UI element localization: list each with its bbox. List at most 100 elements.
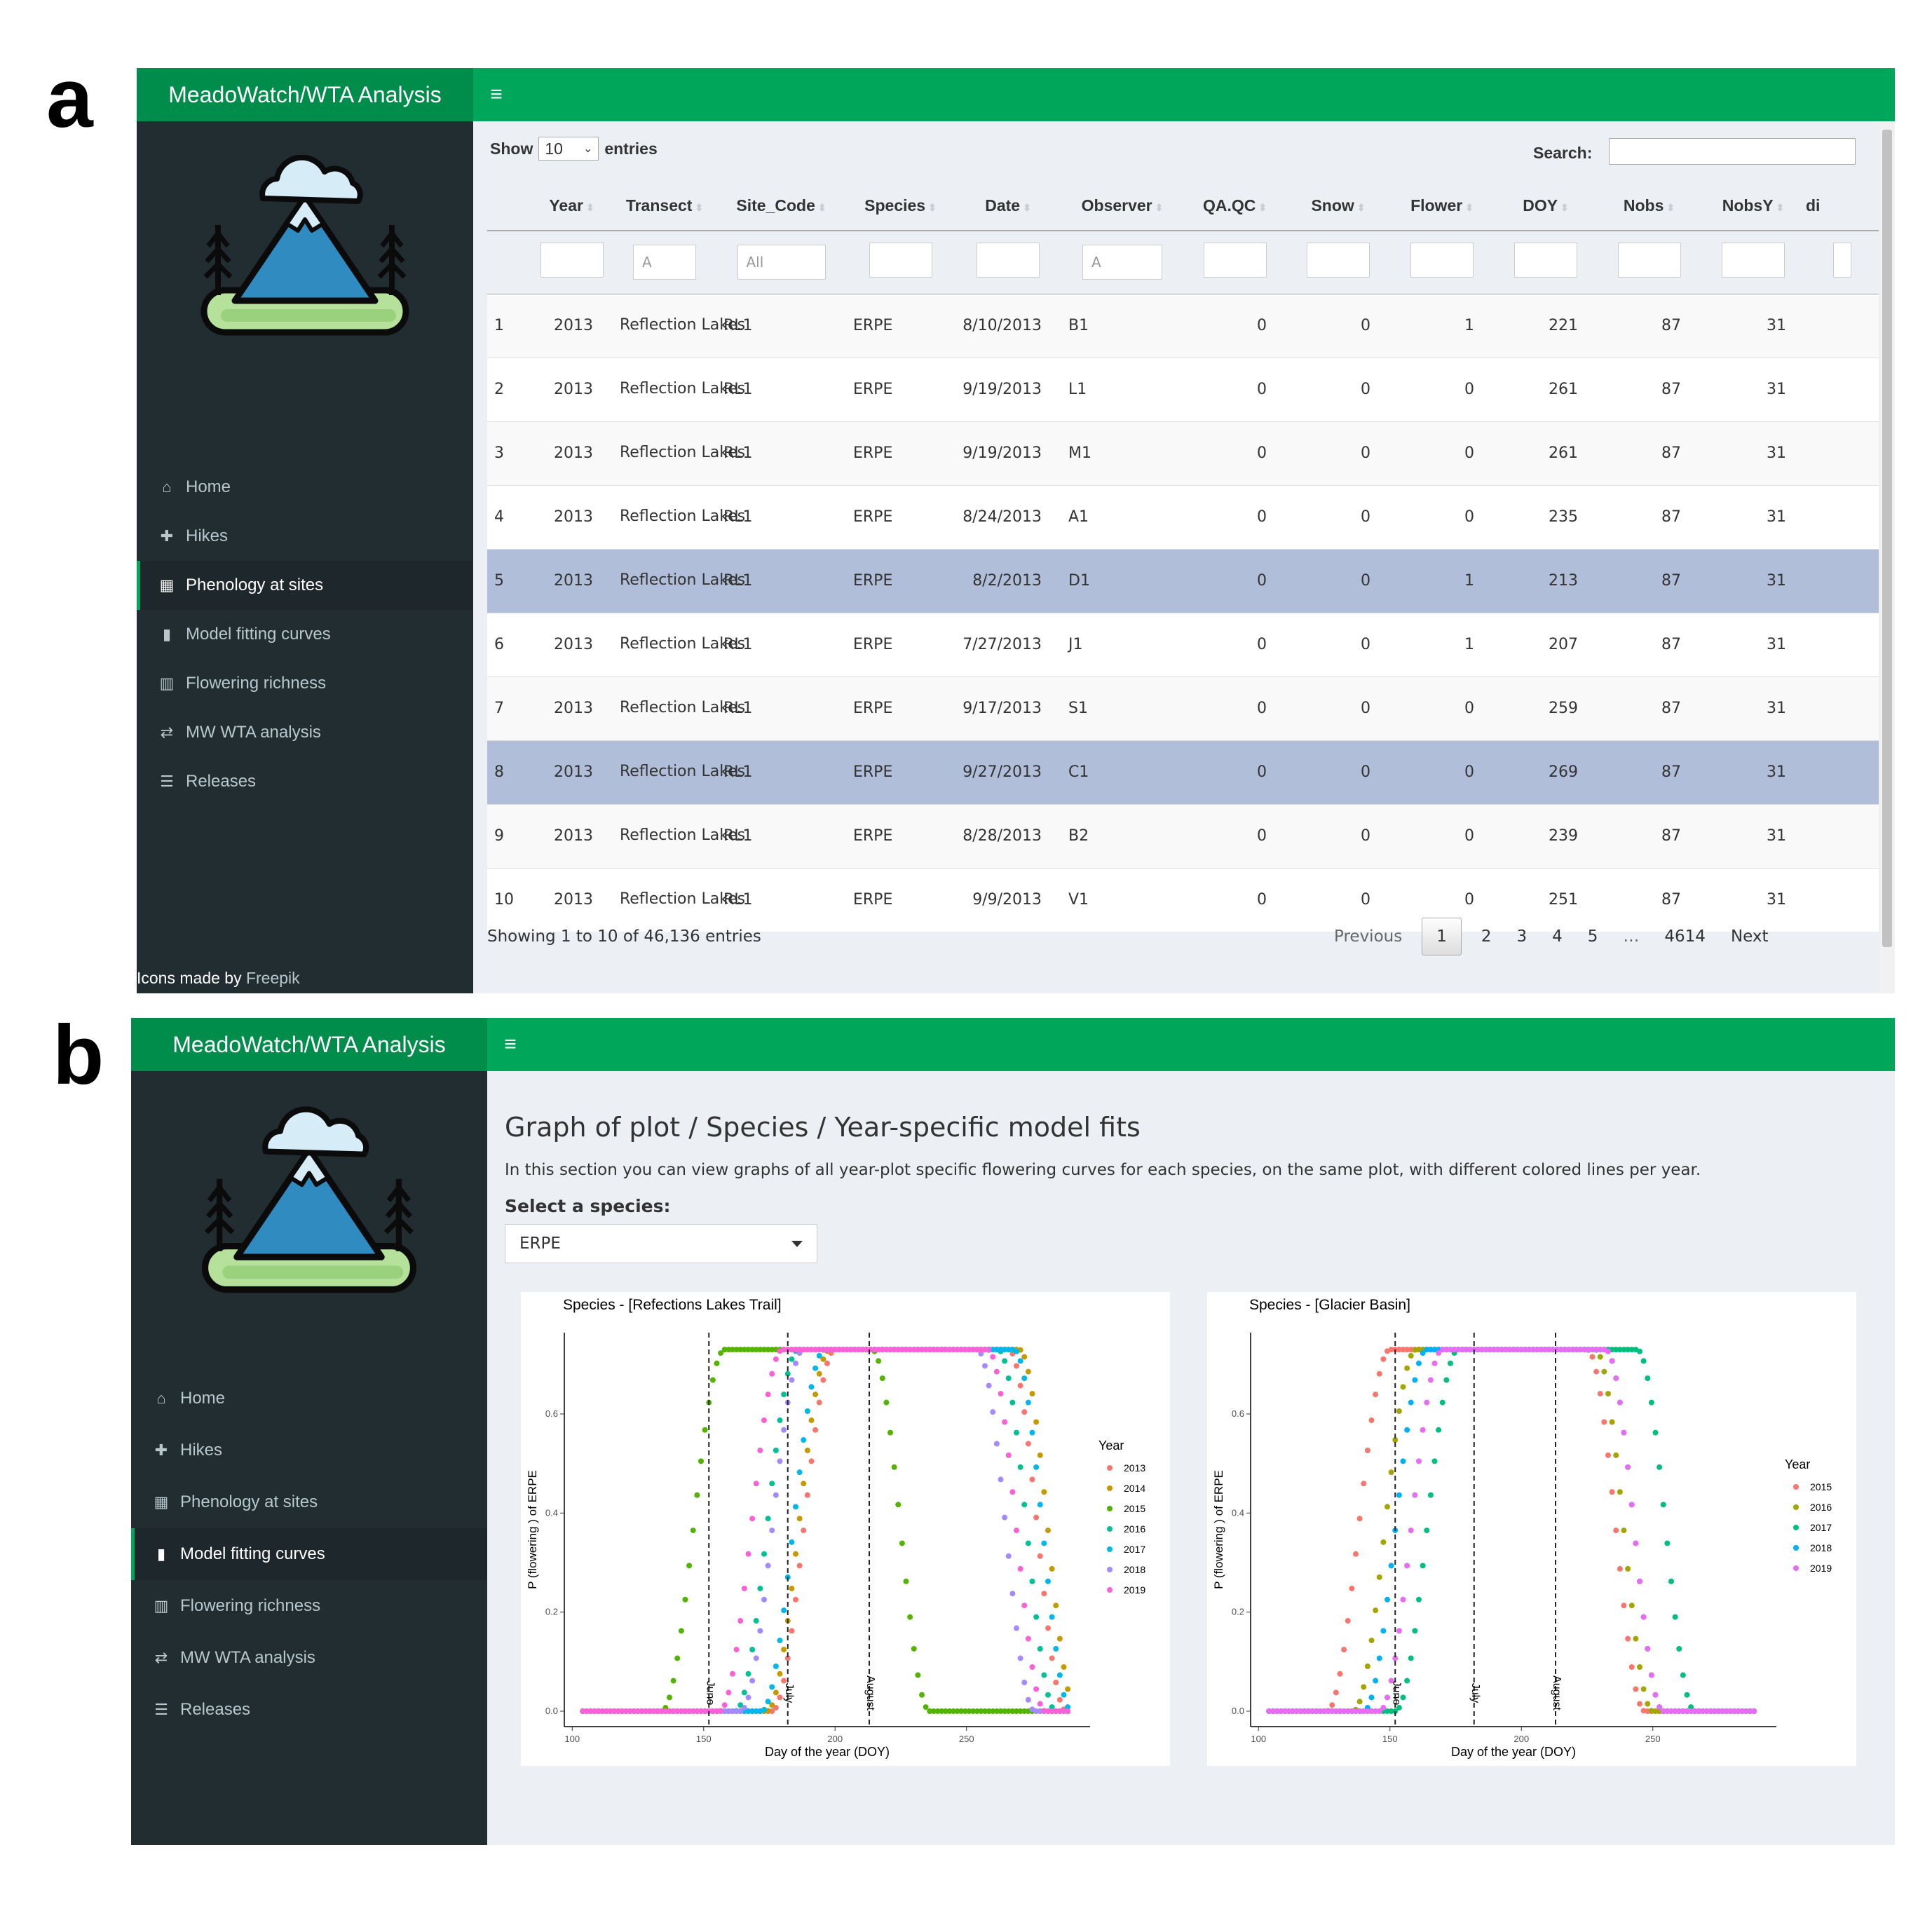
scrollbar-thumb[interactable] [1882, 130, 1892, 947]
table-row[interactable]: 1 2013 Reflection Lakes RL1 ERPE 8/10/2013 B1 0… [487, 293, 1879, 358]
menu-item-flowering-richness[interactable]: ▥ Flowering richness [131, 1580, 487, 1632]
menu-item-home[interactable]: ⌂ Home [137, 463, 473, 512]
search-input[interactable] [1609, 138, 1856, 165]
filter-input-qaqc[interactable] [1203, 243, 1267, 278]
freepik-link[interactable]: Freepik [246, 969, 300, 987]
page-button-current[interactable]: 1 [1422, 918, 1462, 955]
data-point [1640, 1686, 1647, 1692]
table-row[interactable]: 5 2013 Reflection Lakes RL1 ERPE 8/2/2013 D1 0 0… [487, 548, 1879, 613]
menu-item-flowering-richness[interactable]: ▥ Flowering richness [137, 659, 473, 708]
col-header-observer[interactable]: Observer ⬍ [1061, 182, 1183, 231]
col-header-date[interactable]: Date ⬍ [955, 182, 1061, 231]
col-header-site-code[interactable]: Site_Code ⬍ [716, 182, 846, 231]
data-point [1652, 1692, 1659, 1698]
table-row[interactable]: 4 2013 Reflection Lakes RL1 ERPE 8/24/2013 A1 0… [487, 484, 1879, 549]
data-point [781, 1392, 787, 1398]
vertical-scrollbar[interactable] [1879, 121, 1895, 993]
page-length-select[interactable]: 10 ⌄ [538, 137, 599, 161]
sidebar-toggle-icon[interactable]: ≡ [489, 1018, 531, 1071]
menu-item-phenology[interactable]: ▦ Phenology at sites [131, 1476, 487, 1528]
bar-chart-icon: ▮ [156, 1545, 166, 1563]
data-point [1002, 1419, 1008, 1425]
legend-label: 2016 [1124, 1523, 1145, 1535]
month-label: August [1551, 1675, 1563, 1710]
menu-item-releases[interactable]: ☰ Releases [131, 1684, 487, 1736]
table-cell: 0 [1286, 740, 1390, 804]
filter-input-year[interactable] [540, 243, 604, 278]
menu-item-hikes[interactable]: ✚ Hikes [137, 512, 473, 561]
sidebar-toggle-icon[interactable]: ≡ [475, 68, 517, 121]
menu-item-home[interactable]: ⌂ Home [131, 1373, 487, 1424]
data-point [1021, 1603, 1028, 1609]
filter-input-site-code[interactable]: All [737, 245, 826, 280]
col-header-nobs[interactable]: Nobs ⬍ [1598, 182, 1701, 231]
data-point [678, 1628, 684, 1634]
menu-item-model-fitting[interactable]: ▮ Model fitting curves [137, 610, 473, 659]
main-content: Graph of plot / Species / Year-specific … [487, 1071, 1895, 1845]
data-point [1373, 1392, 1379, 1398]
page-button[interactable]: 3 [1504, 927, 1539, 946]
data-point [804, 1408, 810, 1414]
table-row[interactable]: 3 2013 Reflection Lakes RL1 ERPE 9/19/2013 M1 0… [487, 421, 1879, 485]
data-point [730, 1671, 735, 1677]
page-button[interactable]: 5 [1575, 927, 1611, 946]
filter-input-doy[interactable] [1514, 243, 1577, 278]
data-point [698, 1458, 704, 1464]
data-point [1021, 1375, 1028, 1382]
menu-item-releases[interactable]: ☰ Releases [137, 757, 473, 806]
table-cell: 5 [487, 548, 531, 613]
col-header-doy[interactable]: DOY ⬍ [1494, 182, 1598, 231]
col-header-snow[interactable]: Snow ⬍ [1286, 182, 1390, 231]
menu-item-model-fitting[interactable]: ▮ Model fitting curves [131, 1528, 487, 1580]
data-point [1380, 1539, 1387, 1545]
filter-input-observer[interactable]: A [1082, 245, 1162, 280]
table-cell: B1 [1061, 293, 1183, 358]
brand-title[interactable]: MeadoWatch/WTA Analysis [137, 68, 473, 121]
data-point [1361, 1684, 1367, 1690]
filter-input-nobs[interactable] [1617, 243, 1681, 278]
table-cell: 6 [487, 612, 531, 676]
table-row[interactable]: 9 2013 Reflection Lakes RL1 ERPE 8/28/2013 B2 0… [487, 803, 1879, 868]
table-cell: 9/17/2013 [955, 676, 1061, 740]
filter-input-date[interactable] [977, 243, 1040, 278]
data-point [789, 1356, 795, 1362]
page-button[interactable]: 2 [1469, 927, 1504, 946]
previous-button[interactable]: Previous [1321, 927, 1415, 946]
page-button[interactable]: 4 [1539, 927, 1575, 946]
filter-input-species[interactable] [869, 243, 932, 278]
species-select[interactable]: ERPE [505, 1224, 817, 1263]
data-point [1601, 1368, 1607, 1375]
data-point [1640, 1358, 1647, 1364]
filter-input-di[interactable] [1833, 243, 1851, 278]
table-row[interactable]: 8 2013 Reflection Lakes RL1 ERPE 9/27/2013 C1 0… [487, 740, 1879, 804]
col-header-year[interactable]: Year ⬍ [531, 182, 613, 231]
filter-input-transect[interactable]: A [633, 245, 696, 280]
page-button[interactable]: 4614 [1652, 927, 1718, 946]
col-header-species[interactable]: Species ⬍ [846, 182, 955, 231]
table-cell: 235 [1494, 484, 1598, 549]
legend-label: 2018 [1810, 1542, 1832, 1553]
table-row[interactable]: 7 2013 Reflection Lakes RL1 ERPE 9/17/2013 S1 0… [487, 676, 1879, 740]
filter-input-flower[interactable] [1410, 243, 1474, 278]
col-header-index[interactable] [487, 182, 531, 231]
col-header-transect[interactable]: Transect ⬍ [613, 182, 716, 231]
menu-item-phenology[interactable]: ▦ Phenology at sites [137, 561, 473, 610]
menu-item-mw-wta[interactable]: ⇄ MW WTA analysis [131, 1632, 487, 1684]
filter-input-snow[interactable] [1307, 243, 1370, 278]
menu-label: Releases [186, 772, 257, 791]
menu-item-hikes[interactable]: ✚ Hikes [131, 1424, 487, 1476]
menu-item-mw-wta[interactable]: ⇄ MW WTA analysis [137, 708, 473, 757]
col-header-di[interactable]: di [1806, 182, 1879, 231]
filter-input-nobsy[interactable] [1722, 243, 1785, 278]
menu-label: Releases [180, 1700, 251, 1719]
data-point [899, 1540, 905, 1546]
sidebar: ⌂ Home ✚ Hikes ▦ Phenology at sites ▮ Model … [137, 121, 473, 993]
col-header-qaqc[interactable]: QA.QC ⬍ [1183, 182, 1286, 231]
table-row[interactable]: 2 2013 Reflection Lakes RL1 ERPE 9/19/2013 L1 0… [487, 357, 1879, 421]
table-row[interactable]: 6 2013 Reflection Lakes RL1 ERPE 7/27/2013 J1 0… [487, 612, 1879, 676]
brand-title[interactable]: MeadoWatch/WTA Analysis [131, 1018, 487, 1071]
col-header-flower[interactable]: Flower ⬍ [1390, 182, 1494, 231]
next-button[interactable]: Next [1718, 927, 1781, 946]
col-header-nobsy[interactable]: NobsY ⬍ [1701, 182, 1806, 231]
legend-label: 2018 [1124, 1564, 1145, 1575]
